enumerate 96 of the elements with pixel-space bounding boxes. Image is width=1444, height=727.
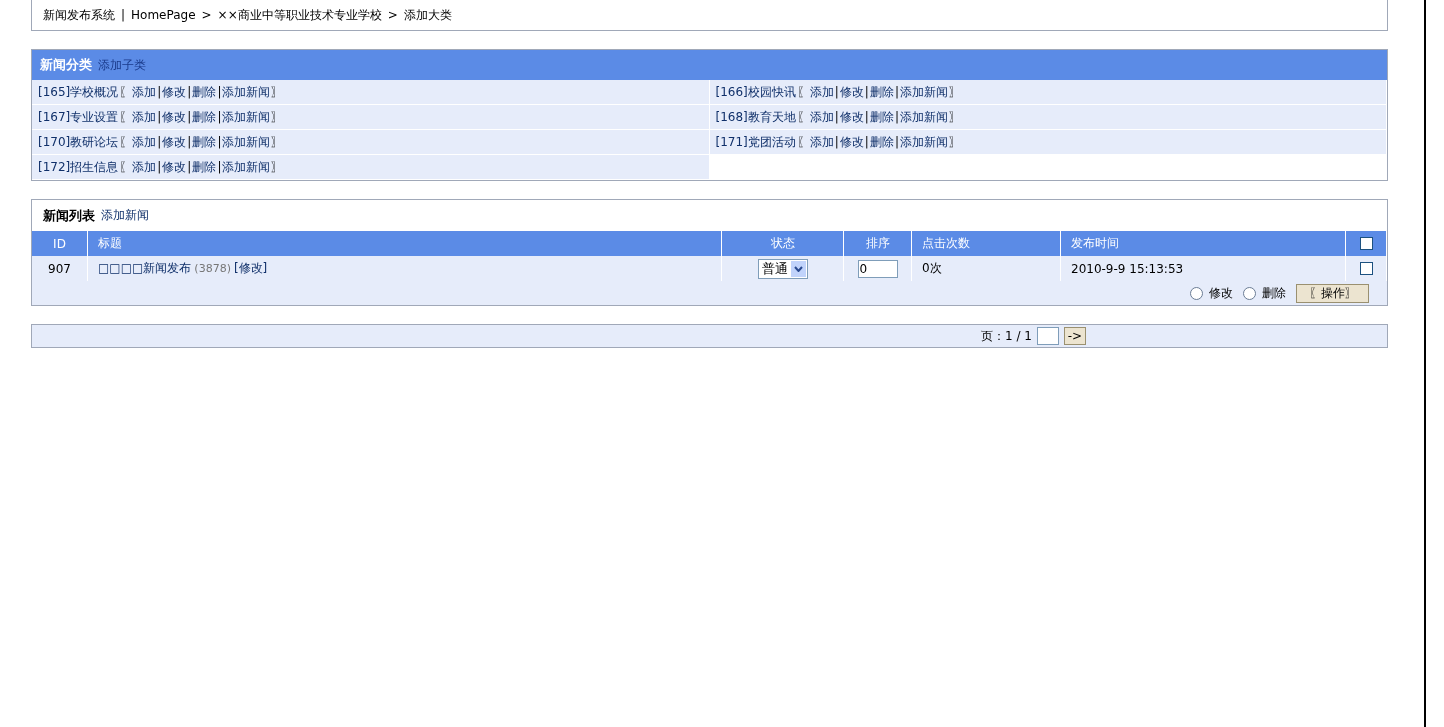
- row-checkbox[interactable]: [1359, 262, 1373, 275]
- divider: |: [187, 85, 192, 99]
- category-link[interactable]: [167]专业设置: [38, 108, 119, 126]
- status-select[interactable]: 普通: [757, 258, 808, 279]
- category-link[interactable]: [165]学校概况: [38, 83, 119, 101]
- action-link[interactable]: 修改: [162, 158, 187, 176]
- panel-title: 新闻列表: [43, 206, 95, 225]
- action-link[interactable]: 添加新闻: [222, 83, 271, 101]
- page-info: 页：1 / 1: [981, 327, 1032, 345]
- action-link[interactable]: 修改: [839, 133, 864, 151]
- action-link[interactable]: 添加新闻: [222, 133, 271, 151]
- radio-button[interactable]: [1190, 286, 1203, 300]
- go-button[interactable]: ->: [1063, 327, 1086, 345]
- divider: |: [894, 85, 899, 99]
- action-link[interactable]: 添加新闻: [899, 83, 948, 101]
- action-link[interactable]: 添加: [132, 133, 157, 151]
- category-link[interactable]: [172]招生信息: [38, 158, 119, 176]
- system-name: 新闻发布系统: [43, 6, 115, 24]
- radio-option[interactable]: 删除: [1243, 284, 1286, 302]
- action-link[interactable]: 修改: [839, 108, 864, 126]
- category-link[interactable]: [171]党团活动: [715, 133, 796, 151]
- action-link[interactable]: 添加: [809, 83, 834, 101]
- action-link[interactable]: 添加: [809, 108, 834, 126]
- breadcrumb-arrow: >: [387, 8, 398, 22]
- action-link[interactable]: 添加: [132, 108, 157, 126]
- action-link[interactable]: 删除: [192, 83, 217, 101]
- bracket: 〗: [948, 83, 961, 101]
- action-link[interactable]: 修改: [162, 108, 187, 126]
- divider: |: [217, 85, 222, 99]
- bracket: 〗: [271, 83, 284, 101]
- category-link[interactable]: [170]教研论坛: [38, 133, 119, 151]
- divider: |: [157, 85, 162, 99]
- divider: |: [157, 110, 162, 124]
- action-link[interactable]: 添加: [132, 158, 157, 176]
- breadcrumb-link[interactable]: ××商业中等职业技术专业学校: [217, 6, 382, 24]
- divider: |: [157, 135, 162, 149]
- divider: |: [864, 135, 869, 149]
- bracket: 〗: [948, 133, 961, 151]
- divider: |: [834, 85, 839, 99]
- divider: |: [157, 160, 162, 174]
- divider: |: [834, 110, 839, 124]
- action-link[interactable]: 修改: [839, 83, 864, 101]
- select-all-checkbox[interactable]: [1359, 237, 1373, 250]
- bracket: 〖: [796, 133, 809, 151]
- bracket: 〖: [796, 108, 809, 126]
- action-link[interactable]: 删除: [192, 133, 217, 151]
- divider: |: [187, 110, 192, 124]
- caret-icon: [790, 260, 806, 277]
- radio-button[interactable]: [1243, 286, 1256, 300]
- bracket: 〗: [271, 108, 284, 126]
- divider: |: [834, 135, 839, 149]
- action-link[interactable]: 删除: [192, 158, 217, 176]
- action-link[interactable]: 添加: [809, 133, 834, 151]
- bracket: 〖: [796, 83, 809, 101]
- divider: |: [894, 135, 899, 149]
- bracket: 〗: [271, 158, 284, 176]
- action-link[interactable]: 添加新闻: [899, 108, 948, 126]
- action-link[interactable]: 删除: [869, 133, 894, 151]
- breadcrumb-arrow: >: [201, 8, 212, 22]
- action-link[interactable]: 添加: [132, 83, 157, 101]
- page-input[interactable]: [1036, 327, 1059, 345]
- bracket: 〖: [119, 83, 132, 101]
- news-title-link[interactable]: □□□□新闻发布: [98, 260, 192, 277]
- divider: |: [864, 85, 869, 99]
- action-link[interactable]: 修改: [162, 133, 187, 151]
- category-link[interactable]: [168]教育天地: [715, 108, 796, 126]
- action-link[interactable]: 添加新闻: [222, 108, 271, 126]
- action-link[interactable]: 添加新闻: [222, 158, 271, 176]
- divider: |: [217, 160, 222, 174]
- view-count: (3878): [194, 262, 231, 275]
- category-link[interactable]: [166]校园快讯: [715, 83, 796, 101]
- divider: |: [187, 160, 192, 174]
- action-link[interactable]: 添加新闻: [899, 133, 948, 151]
- operate-button[interactable]: 〖操作〗: [1296, 283, 1369, 303]
- action-link[interactable]: 删除: [869, 108, 894, 126]
- edit-link[interactable]: [修改]: [233, 260, 268, 277]
- panel-title: 新闻分类: [40, 56, 92, 74]
- action-link[interactable]: 修改: [162, 83, 187, 101]
- bracket: 〖: [119, 133, 132, 151]
- bracket: 〖: [119, 108, 132, 126]
- divider: |: [187, 135, 192, 149]
- breadcrumb-link[interactable]: HomePage: [131, 8, 196, 22]
- divider: |: [217, 135, 222, 149]
- bracket: 〗: [271, 133, 284, 151]
- separator: |: [121, 8, 126, 22]
- bracket: 〖: [119, 158, 132, 176]
- breadcrumb-link[interactable]: 添加大类: [403, 6, 452, 24]
- add-news-link[interactable]: 添加新闻: [101, 207, 149, 224]
- order-input[interactable]: 0: [857, 259, 898, 278]
- action-link[interactable]: 删除: [869, 83, 894, 101]
- action-link[interactable]: 删除: [192, 108, 217, 126]
- divider: |: [217, 110, 222, 124]
- bracket: 〗: [948, 108, 961, 126]
- divider: |: [894, 110, 899, 124]
- radio-option[interactable]: 修改: [1190, 284, 1233, 302]
- divider: |: [864, 110, 869, 124]
